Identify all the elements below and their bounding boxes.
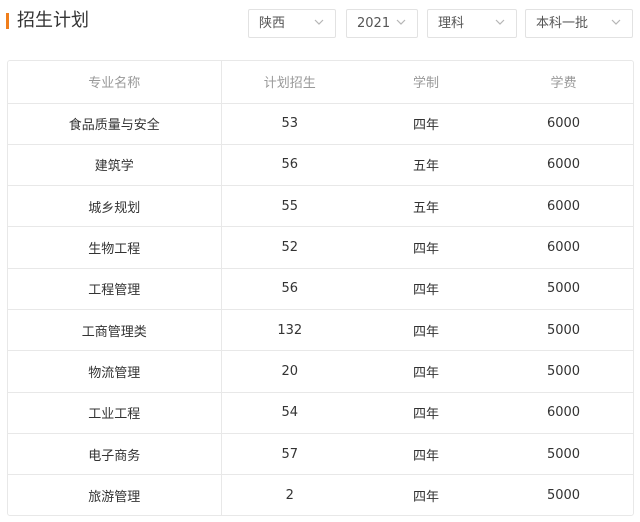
table-row: 工商管理类 132 四年 5000 xyxy=(8,309,633,352)
batch-select-value: 本科一批 xyxy=(536,16,589,31)
table-row: 旅游管理 2 四年 5000 xyxy=(8,474,633,515)
table-row: 电子商务 57 四年 5000 xyxy=(8,433,633,476)
column-header-duration: 学制 xyxy=(358,61,494,104)
chevron-down-icon xyxy=(495,19,505,25)
cell-major: 旅游管理 xyxy=(8,474,222,515)
column-header-major: 专业名称 xyxy=(8,61,222,104)
cell-tuition: 5000 xyxy=(494,433,633,476)
cell-major: 工程管理 xyxy=(8,268,222,310)
cell-plan: 52 xyxy=(221,226,358,269)
cell-duration: 四年 xyxy=(412,490,439,506)
column-header-tuition: 学费 xyxy=(494,61,633,104)
cell-tuition: 5000 xyxy=(494,268,633,310)
cell-duration: 四年 xyxy=(358,433,494,476)
cell-tuition: 6000 xyxy=(494,185,633,228)
cell-tuition: 5000 xyxy=(494,309,633,352)
year-select-value: 2021 xyxy=(357,16,391,31)
cell-tuition: 5000 xyxy=(546,488,581,504)
cell-major: 工业工程 xyxy=(8,392,222,434)
table-row: 工程管理 56 四年 5000 xyxy=(8,268,633,310)
cell-duration: 四年 xyxy=(358,103,494,145)
batch-select[interactable]: 本科一批 xyxy=(525,9,633,38)
cell-plan: 56 xyxy=(221,144,358,187)
column-header-plan: 计划招生 xyxy=(221,61,358,104)
cell-major: 生物工程 xyxy=(8,226,222,269)
chevron-down-icon xyxy=(611,19,621,25)
page-header: 招生计划 陕西 2021 理科 本科一批 xyxy=(0,0,640,44)
page-title: 招生计划 xyxy=(17,10,89,31)
cell-tuition: 6000 xyxy=(494,103,633,145)
table-row: 生物工程 52 四年 6000 xyxy=(8,226,633,269)
table-row: 食品质量与安全 53 四年 6000 xyxy=(8,103,633,145)
cell-plan: 53 xyxy=(221,103,358,145)
cell-plan: 56 xyxy=(221,268,358,310)
cell-duration: 四年 xyxy=(358,309,494,352)
cell-duration: 四年 xyxy=(358,268,494,310)
cell-major: 物流管理 xyxy=(8,350,222,393)
cell-tuition: 5000 xyxy=(494,350,633,393)
cell-plan: 54 xyxy=(221,392,358,434)
cell-major: 城乡规划 xyxy=(8,185,222,228)
table-row: 城乡规划 55 五年 6000 xyxy=(8,185,633,228)
cell-plan: 57 xyxy=(221,433,358,476)
province-select[interactable]: 陕西 xyxy=(248,9,336,38)
cell-plan: 55 xyxy=(221,185,358,228)
cell-plan: 132 xyxy=(221,309,358,352)
province-select-value: 陕西 xyxy=(259,16,286,31)
enrollment-plan-table: 专业名称 计划招生 学制 学费 食品质量与安全 53 四年 6000 建筑学 5… xyxy=(7,60,634,516)
cell-duration: 四年 xyxy=(358,350,494,393)
subject-select-value: 理科 xyxy=(438,16,465,31)
chevron-down-icon xyxy=(314,19,324,25)
chevron-down-icon xyxy=(396,19,406,25)
table-row: 工业工程 54 四年 6000 xyxy=(8,392,633,434)
cell-duration: 四年 xyxy=(358,226,494,269)
table-row: 建筑学 56 五年 6000 xyxy=(8,144,633,187)
table-row: 物流管理 20 四年 5000 xyxy=(8,350,633,393)
cell-plan: 2 xyxy=(285,488,294,504)
cell-plan: 20 xyxy=(221,350,358,393)
cell-duration: 五年 xyxy=(358,144,494,187)
cell-major: 电子商务 xyxy=(8,433,222,476)
cell-major: 食品质量与安全 xyxy=(8,103,222,145)
cell-tuition: 6000 xyxy=(494,226,633,269)
table-header-row: 专业名称 计划招生 学制 学费 xyxy=(8,61,633,104)
subject-select[interactable]: 理科 xyxy=(427,9,517,38)
cell-major: 建筑学 xyxy=(8,144,222,187)
title-accent-bar xyxy=(6,13,9,29)
cell-tuition: 6000 xyxy=(494,392,633,434)
cell-major: 工商管理类 xyxy=(8,309,222,352)
year-select[interactable]: 2021 xyxy=(346,9,418,38)
cell-tuition: 6000 xyxy=(494,144,633,187)
cell-duration: 四年 xyxy=(358,392,494,434)
cell-duration: 五年 xyxy=(358,185,494,228)
